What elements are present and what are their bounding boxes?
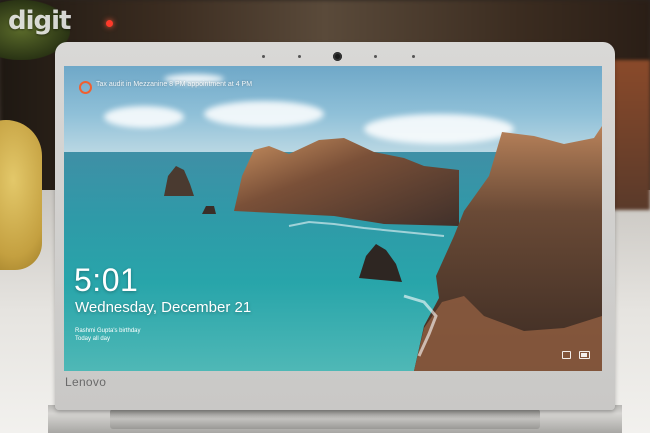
- laptop-hinge: [110, 409, 540, 429]
- cortana-icon[interactable]: [79, 81, 92, 94]
- sensor-dot: [262, 55, 265, 58]
- laptop-brand-label: Lenovo: [65, 375, 107, 389]
- plant-pot: [0, 120, 42, 270]
- cliffs-illustration: [164, 126, 602, 371]
- photo-scene: digit Lenovo Tax audit in Mezzanine 8 PM…: [0, 0, 650, 433]
- sea-stack: [164, 166, 194, 196]
- event-subtitle: Today all day: [75, 336, 111, 342]
- sensor-dot: [412, 55, 415, 58]
- watermark-logo: digit: [8, 6, 71, 36]
- battery-icon[interactable]: [579, 351, 590, 359]
- lock-date: Wednesday, December 21: [75, 299, 252, 316]
- event-title: Rashmi Gupta's birthday: [75, 328, 141, 334]
- status-icons: [562, 351, 590, 359]
- indicator-light: [106, 20, 113, 27]
- sensor-dot: [374, 55, 377, 58]
- lock-screen[interactable]: Tax audit in Mezzanine 8 PM appointment …: [64, 66, 602, 371]
- lock-time: 5:01: [74, 262, 139, 298]
- webcam-icon: [333, 52, 342, 61]
- sensor-dot: [298, 55, 301, 58]
- network-icon[interactable]: [562, 351, 571, 359]
- small-rock: [202, 206, 216, 214]
- reminder-text: Tax audit in Mezzanine 8 PM appointment …: [96, 81, 253, 88]
- sea-rock: [359, 244, 402, 282]
- headland: [234, 138, 459, 226]
